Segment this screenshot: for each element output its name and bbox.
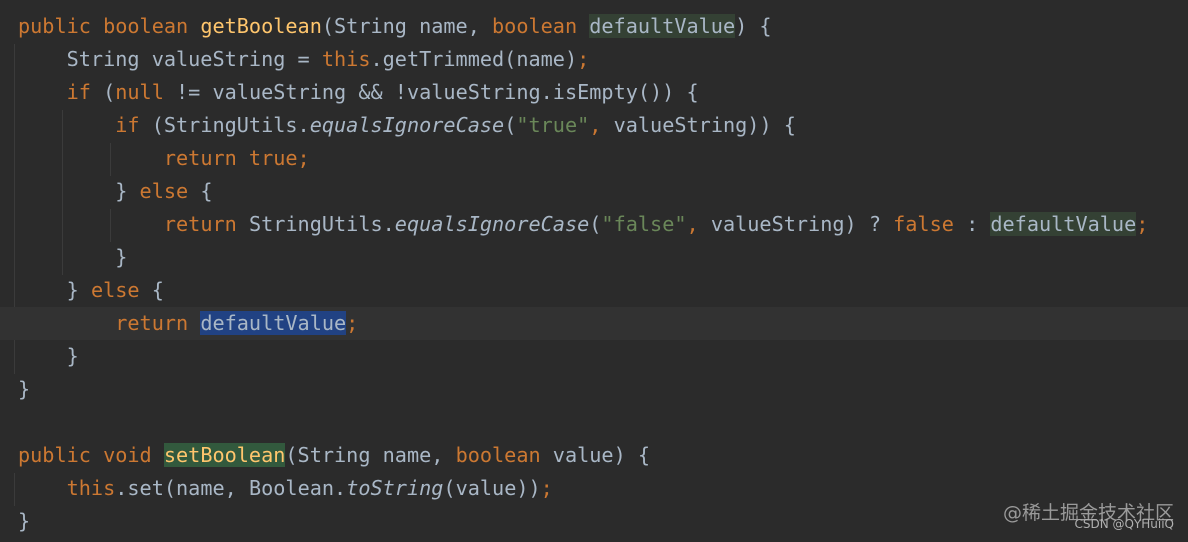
code-token: (value)) [443, 476, 541, 500]
code-token: if [115, 113, 152, 137]
code-token: } [18, 278, 91, 302]
code-token: Boolean. [248, 476, 347, 500]
code-token: return true; [163, 146, 310, 170]
code-line[interactable]: } [0, 373, 1188, 406]
code-token: { [151, 278, 164, 302]
code-editor[interactable]: public boolean getBoolean(String name, b… [0, 0, 1188, 542]
code-token: } [18, 245, 128, 269]
code-token: StringUtils. [248, 212, 395, 236]
code-token: } [18, 509, 31, 533]
code-token: null [115, 80, 177, 104]
code-token: else [90, 278, 152, 302]
code-line[interactable]: if (null != valueString && !valueString.… [0, 76, 1188, 109]
code-token: boolean [455, 443, 553, 467]
code-token: } [18, 377, 31, 401]
code-line[interactable]: String valueString = this.getTrimmed(nam… [0, 43, 1188, 76]
code-line[interactable]: public boolean getBoolean(String name, b… [0, 10, 1188, 43]
code-token: String valueString = [18, 47, 322, 71]
code-token: public [18, 443, 104, 467]
code-token: setBoolean [163, 443, 286, 467]
code-token: public [18, 14, 104, 38]
code-token: equalsIgnoreCase [309, 113, 505, 137]
code-token: , [589, 113, 614, 137]
code-token: (StringUtils. [151, 113, 310, 137]
code-token: ) { [735, 14, 772, 38]
code-token: ( [504, 113, 517, 137]
code-token: if [66, 80, 104, 104]
code-token: boolean [492, 14, 590, 38]
code-token: ; [346, 311, 359, 335]
code-token: return [115, 311, 201, 335]
code-line[interactable]: return defaultValue; [0, 307, 1188, 340]
code-token: .getTrimmed(name) [370, 47, 578, 71]
code-token: } [18, 179, 140, 203]
code-line[interactable]: return StringUtils.equalsIgnoreCase("fal… [0, 208, 1188, 241]
code-line[interactable]: public void setBoolean(String name, bool… [0, 439, 1188, 472]
code-line[interactable]: } else { [0, 175, 1188, 208]
code-token: "true" [516, 113, 590, 137]
code-token: defaultValue [200, 311, 347, 335]
code-token: this [321, 47, 371, 71]
code-token: return [163, 212, 249, 236]
code-line[interactable]: if (StringUtils.equalsIgnoreCase("true",… [0, 109, 1188, 142]
code-token: .set(name, [115, 476, 249, 500]
watermark-csdn: CSDN @QYHuiiQ [1074, 517, 1174, 531]
code-token: ; [540, 476, 553, 500]
code-token: ( [589, 212, 602, 236]
code-token: defaultValue [990, 212, 1137, 236]
code-token: != valueString && !valueString.isEmpty()… [176, 80, 699, 104]
code-token: ; [1136, 212, 1149, 236]
code-token: boolean [103, 14, 201, 38]
code-token: false [893, 212, 967, 236]
code-token: : [966, 212, 991, 236]
code-token: { [200, 179, 213, 203]
code-token: defaultValue [589, 14, 736, 38]
code-token: getBoolean [200, 14, 322, 38]
code-token: "false" [601, 212, 687, 236]
code-token: valueString)) { [613, 113, 796, 137]
code-token: toString [346, 476, 444, 500]
code-token: this [66, 476, 116, 500]
code-token: equalsIgnoreCase [394, 212, 590, 236]
code-line[interactable] [0, 406, 1188, 439]
code-token: ; [577, 47, 590, 71]
code-token: else [139, 179, 201, 203]
code-line[interactable]: } else { [0, 274, 1188, 307]
code-token: (String name, [321, 14, 493, 38]
code-line[interactable]: return true; [0, 142, 1188, 175]
code-token: valueString) ? [710, 212, 894, 236]
code-token: void [103, 443, 164, 467]
code-line[interactable]: } [0, 340, 1188, 373]
code-token: , [686, 212, 711, 236]
code-token: ( [103, 80, 116, 104]
code-token: } [18, 344, 79, 368]
code-line[interactable]: } [0, 241, 1188, 274]
code-token: value) { [552, 443, 651, 467]
code-token: (String name, [285, 443, 456, 467]
